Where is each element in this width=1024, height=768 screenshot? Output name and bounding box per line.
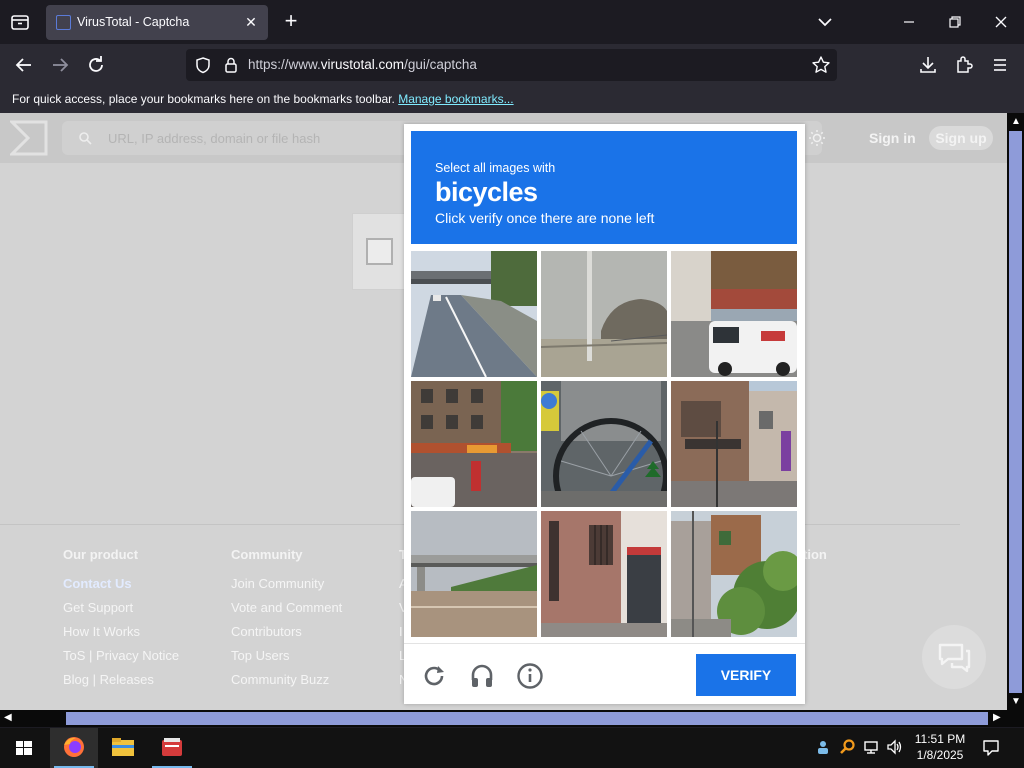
captcha-tile-9[interactable] bbox=[671, 511, 797, 637]
scroll-down-icon[interactable]: ▼ bbox=[1011, 696, 1021, 707]
captcha-tile-1[interactable] bbox=[411, 251, 537, 377]
bookmarks-toolbar: For quick access, place your bookmarks h… bbox=[0, 86, 1024, 113]
captcha-image-grid bbox=[411, 251, 797, 637]
captcha-instruction: Select all images with bbox=[435, 161, 556, 175]
captcha-tile-3[interactable] bbox=[671, 251, 797, 377]
footer-column-fourth: tion bbox=[803, 547, 827, 576]
search-magnifier-tray-icon[interactable] bbox=[838, 738, 856, 756]
captcha-footer-divider bbox=[404, 643, 805, 644]
footer-link-vote[interactable]: Vote and Comment bbox=[231, 600, 342, 616]
captcha-tile-4[interactable] bbox=[411, 381, 537, 507]
window-close-icon[interactable] bbox=[987, 8, 1015, 36]
tracking-shield-icon[interactable] bbox=[194, 56, 212, 74]
captcha-tile-2[interactable] bbox=[541, 251, 667, 377]
refresh-icon[interactable] bbox=[420, 662, 448, 690]
clock-date: 1/8/2025 bbox=[916, 748, 964, 762]
captcha-tile-8[interactable] bbox=[541, 511, 667, 637]
footer-link-how-it-works[interactable]: How It Works bbox=[63, 624, 179, 640]
captcha-sub-instruction: Click verify once there are none left bbox=[435, 210, 655, 226]
virustotal-logo-icon[interactable] bbox=[8, 119, 48, 157]
scroll-left-icon[interactable]: ◀ bbox=[4, 712, 12, 723]
forward-arrow-icon[interactable] bbox=[48, 53, 72, 77]
url-prefix: https://www. bbox=[248, 57, 321, 72]
verify-button[interactable]: VERIFY bbox=[696, 654, 796, 696]
vertical-scrollbar[interactable]: ▲ ▼ bbox=[1007, 113, 1024, 710]
manage-bookmarks-link[interactable]: Manage bookmarks... bbox=[398, 92, 513, 106]
footer-heading: tion bbox=[803, 547, 827, 562]
chevron-down-icon[interactable] bbox=[815, 12, 835, 32]
search-placeholder[interactable]: URL, IP address, domain or file hash bbox=[108, 131, 320, 146]
url-path: /gui/captcha bbox=[404, 57, 477, 72]
search-icon bbox=[78, 131, 92, 145]
url-bar[interactable]: https://www.virustotal.com/gui/captcha bbox=[186, 49, 837, 81]
captcha-prompt-header: Select all images with bicycles Click ve… bbox=[411, 131, 797, 244]
captcha-challenge: Select all images with bicycles Click ve… bbox=[404, 124, 805, 704]
footer-link-contact[interactable]: Contact Us bbox=[63, 576, 179, 592]
scroll-up-icon[interactable]: ▲ bbox=[1011, 116, 1021, 127]
horizontal-scrollbar[interactable]: ◀ ▶ bbox=[0, 710, 1024, 727]
footer-link-top-users[interactable]: Top Users bbox=[231, 648, 342, 664]
windows-start-icon[interactable] bbox=[0, 728, 48, 768]
info-icon[interactable] bbox=[516, 662, 544, 690]
footer-link-blog[interactable]: Blog | Releases bbox=[63, 672, 179, 688]
back-arrow-icon[interactable] bbox=[12, 53, 36, 77]
tab-title: VirusTotal - Captcha bbox=[77, 15, 190, 29]
notifications-icon[interactable] bbox=[982, 739, 1000, 757]
downloads-icon[interactable] bbox=[916, 53, 940, 77]
vertical-scroll-thumb[interactable] bbox=[1009, 131, 1022, 693]
sign-up-button[interactable]: Sign up bbox=[929, 126, 993, 150]
captcha-tile-6[interactable] bbox=[671, 381, 797, 507]
virustotal-favicon-icon bbox=[56, 15, 71, 30]
network-user-tray-icon[interactable] bbox=[814, 738, 832, 756]
footer-link-buzz[interactable]: Community Buzz bbox=[231, 672, 342, 688]
footer-heading: Our product bbox=[63, 547, 139, 562]
windows-taskbar: 11:51 PM 1/8/2025 bbox=[0, 728, 1024, 768]
volume-icon[interactable] bbox=[886, 738, 904, 756]
bookmarks-hint-text: For quick access, place your bookmarks h… bbox=[12, 92, 395, 106]
restore-icon[interactable] bbox=[941, 8, 969, 36]
extensions-puzzle-icon[interactable] bbox=[952, 53, 976, 77]
captcha-checkbox[interactable] bbox=[366, 238, 393, 265]
footer-column-our-product: Our product Contact Us Get Support How I… bbox=[63, 547, 179, 696]
lock-icon[interactable] bbox=[222, 56, 240, 74]
firefox-taskbar-icon[interactable] bbox=[50, 728, 98, 768]
audio-headphones-icon[interactable] bbox=[468, 662, 496, 690]
horizontal-scroll-thumb[interactable] bbox=[66, 712, 988, 725]
bookmark-star-icon[interactable] bbox=[811, 55, 831, 75]
url-host: virustotal.com bbox=[320, 57, 405, 72]
clock-time: 11:51 PM bbox=[914, 732, 966, 746]
scroll-right-icon[interactable]: ▶ bbox=[993, 712, 1001, 723]
tab-list-icon[interactable] bbox=[8, 10, 32, 34]
footer-link-tos[interactable]: ToS | Privacy Notice bbox=[63, 648, 179, 664]
footer-heading: Community bbox=[231, 547, 303, 562]
close-tab-icon[interactable]: ✕ bbox=[242, 13, 260, 31]
theme-sun-icon[interactable] bbox=[808, 129, 826, 147]
file-explorer-icon[interactable] bbox=[99, 728, 147, 768]
captcha-checkbox-card bbox=[352, 213, 412, 290]
sign-in-link[interactable]: Sign in bbox=[869, 130, 916, 146]
network-tray-icon[interactable] bbox=[862, 738, 880, 756]
captcha-tile-5[interactable] bbox=[541, 381, 667, 507]
footer-column-community: Community Join Community Vote and Commen… bbox=[231, 547, 342, 696]
reload-icon[interactable] bbox=[84, 53, 108, 77]
footer-link-join[interactable]: Join Community bbox=[231, 576, 342, 592]
browser-tab-bar: VirusTotal - Captcha ✕ + bbox=[0, 0, 1024, 44]
new-tab-plus-icon[interactable]: + bbox=[280, 10, 302, 32]
captcha-target-word: bicycles bbox=[435, 177, 538, 207]
url-text[interactable]: https://www.virustotal.com/gui/captcha bbox=[248, 57, 477, 72]
footer-link-contributors[interactable]: Contributors bbox=[231, 624, 342, 640]
app-red-taskbar-icon[interactable] bbox=[148, 728, 196, 768]
minimize-icon[interactable] bbox=[895, 8, 923, 36]
system-clock[interactable]: 11:51 PM 1/8/2025 bbox=[908, 731, 972, 763]
active-tab[interactable]: VirusTotal - Captcha ✕ bbox=[46, 5, 268, 40]
footer-link-support[interactable]: Get Support bbox=[63, 600, 179, 616]
browser-nav-bar: https://www.virustotal.com/gui/captcha bbox=[0, 44, 1024, 86]
captcha-tile-7[interactable] bbox=[411, 511, 537, 637]
chat-button[interactable] bbox=[922, 625, 986, 689]
hamburger-menu-icon[interactable] bbox=[988, 53, 1012, 77]
